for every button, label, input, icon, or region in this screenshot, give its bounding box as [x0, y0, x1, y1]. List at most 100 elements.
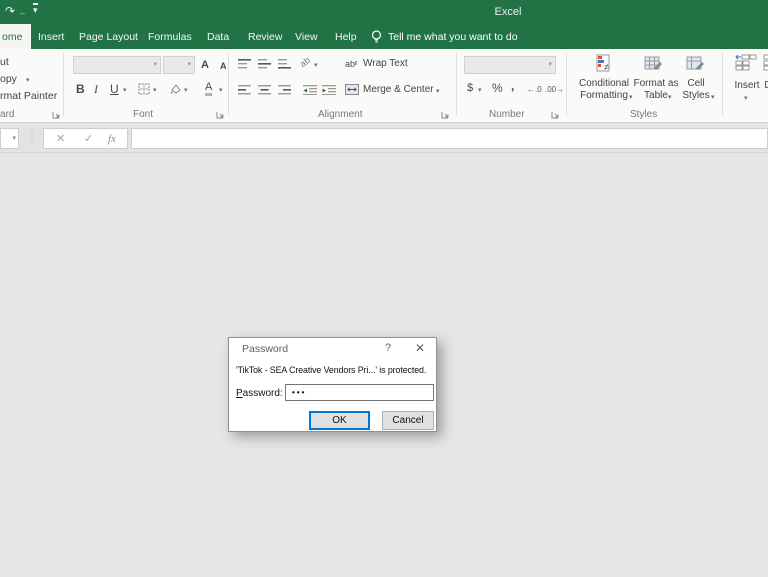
- tab-data[interactable]: Data: [207, 24, 229, 49]
- font-size-combo[interactable]: ▾: [163, 56, 195, 74]
- title-bar: ↷ – ▾ Excel: [0, 0, 768, 24]
- conditional-formatting-line2[interactable]: Formatting: [576, 90, 632, 101]
- clipboard-dialog-launcher-icon[interactable]: [52, 110, 61, 119]
- tab-insert[interactable]: Insert: [38, 24, 64, 49]
- align-left-icon[interactable]: [238, 85, 251, 95]
- cell-styles-line1[interactable]: Cell: [676, 78, 716, 89]
- delete-cells-button[interactable]: D: [763, 80, 768, 91]
- formula-input[interactable]: [131, 128, 768, 149]
- copy-button[interactable]: opy: [0, 73, 17, 85]
- decrease-decimal-icon[interactable]: .00→: [545, 83, 564, 97]
- alignment-dialog-launcher-icon[interactable]: [441, 110, 450, 119]
- number-format-combo[interactable]: ▾: [464, 56, 556, 74]
- fill-color-icon[interactable]: [169, 83, 182, 95]
- cut-button[interactable]: ut: [0, 56, 9, 68]
- italic-button[interactable]: I: [94, 82, 98, 96]
- insert-cells-icon[interactable]: [735, 54, 757, 74]
- borders-icon[interactable]: [138, 83, 150, 95]
- percent-style-button[interactable]: %: [492, 81, 503, 95]
- borders-dropdown-icon[interactable]: ▾: [153, 86, 157, 94]
- drag-handle-icon[interactable]: ⋮: [27, 131, 37, 142]
- fill-color-dropdown-icon[interactable]: ▾: [184, 86, 188, 94]
- tab-review[interactable]: Review: [248, 24, 282, 49]
- accounting-format-button[interactable]: $: [467, 81, 473, 95]
- tab-view[interactable]: View: [295, 24, 318, 49]
- align-bottom-icon[interactable]: [278, 59, 291, 69]
- ok-button[interactable]: OK: [309, 411, 370, 430]
- insert-function-icon[interactable]: fx: [108, 132, 116, 147]
- help-icon[interactable]: ?: [381, 342, 395, 354]
- bold-button[interactable]: B: [76, 82, 85, 96]
- group-separator: [63, 53, 64, 116]
- enter-entry-icon[interactable]: ✓: [84, 132, 93, 147]
- wrap-text-button[interactable]: Wrap Text: [363, 58, 408, 69]
- font-dialog-launcher-icon[interactable]: [216, 110, 225, 119]
- group-separator: [722, 53, 723, 116]
- font-color-dropdown-icon[interactable]: ▾: [219, 86, 223, 94]
- lightbulb-icon: [370, 29, 383, 44]
- password-label-rest: assword:: [243, 388, 283, 399]
- merge-center-dropdown-icon[interactable]: ▾: [436, 87, 440, 95]
- increase-indent-icon[interactable]: [322, 85, 336, 95]
- tab-formulas[interactable]: Formulas: [148, 24, 192, 49]
- font-group-label: Font: [133, 109, 153, 120]
- ribbon-tab-row: ome Insert Page Layout Formulas Data Rev…: [0, 24, 768, 49]
- name-box[interactable]: ▾: [0, 128, 19, 149]
- password-input[interactable]: [285, 384, 434, 401]
- number-dialog-launcher-icon[interactable]: [551, 110, 560, 119]
- tell-me-box[interactable]: Tell me what you want to do: [388, 24, 518, 49]
- accounting-dropdown-icon[interactable]: ▾: [478, 86, 482, 94]
- comma-style-button[interactable]: ,: [511, 79, 514, 93]
- underline-button[interactable]: U: [110, 82, 119, 96]
- wrap-text-icon[interactable]: ab: [345, 58, 359, 70]
- align-right-icon[interactable]: [278, 85, 291, 95]
- insert-cells-dropdown-icon[interactable]: ▾: [744, 94, 748, 102]
- grow-font-icon[interactable]: A: [201, 58, 209, 72]
- redo-icon[interactable]: ↷: [5, 3, 15, 19]
- format-as-table-line1[interactable]: Format as: [630, 78, 682, 89]
- format-painter-button[interactable]: rmat Painter: [0, 90, 57, 102]
- app-title: Excel: [453, 0, 563, 24]
- number-group-label: Number: [489, 109, 525, 120]
- increase-decimal-icon[interactable]: ←.0: [527, 83, 542, 97]
- tab-help[interactable]: Help: [335, 24, 357, 49]
- underline-dropdown-icon[interactable]: ▾: [123, 86, 127, 94]
- font-color-icon[interactable]: A: [205, 81, 212, 96]
- clipboard-group-label: ard: [0, 109, 14, 120]
- merge-center-button[interactable]: Merge & Center: [363, 84, 434, 95]
- tab-page-layout[interactable]: Page Layout: [79, 24, 138, 49]
- merge-center-icon[interactable]: [345, 84, 359, 95]
- dropdown-icon[interactable]: ▾: [548, 61, 552, 69]
- dropdown-icon[interactable]: ▾: [187, 61, 191, 69]
- align-top-icon[interactable]: [238, 59, 251, 69]
- name-box-dropdown-icon[interactable]: ▾: [12, 134, 16, 142]
- shrink-font-icon[interactable]: A: [220, 59, 227, 73]
- formula-bar-row: ▾ ⋮ ✕ ✓ fx: [0, 125, 768, 153]
- font-name-combo[interactable]: ▾: [73, 56, 161, 74]
- delete-cells-icon[interactable]: [763, 54, 768, 74]
- format-as-table-dropdown-icon[interactable]: ▾: [668, 93, 672, 101]
- format-as-table-line2[interactable]: Table: [630, 90, 682, 101]
- insert-cells-button[interactable]: Insert: [732, 80, 762, 91]
- conditional-formatting-icon[interactable]: ≠: [596, 54, 614, 74]
- cell-styles-dropdown-icon[interactable]: ▾: [711, 93, 715, 101]
- alignment-group-label: Alignment: [318, 109, 362, 120]
- align-middle-icon[interactable]: [258, 59, 271, 69]
- decrease-indent-icon[interactable]: [303, 85, 317, 95]
- copy-dropdown-icon[interactable]: ▾: [26, 76, 30, 84]
- cancel-button[interactable]: Cancel: [382, 411, 434, 430]
- format-as-table-icon[interactable]: [644, 54, 664, 74]
- cell-styles-icon[interactable]: [686, 54, 706, 74]
- group-separator: [566, 53, 567, 116]
- dropdown-icon[interactable]: ▾: [153, 61, 157, 69]
- orientation-icon[interactable]: ab: [297, 53, 314, 70]
- cancel-entry-icon[interactable]: ✕: [56, 132, 65, 147]
- align-center-icon[interactable]: [258, 85, 271, 95]
- cell-styles-line2[interactable]: Styles: [676, 90, 716, 101]
- close-icon[interactable]: ✕: [412, 341, 428, 355]
- conditional-formatting-line1[interactable]: Conditional: [576, 78, 632, 89]
- tab-home[interactable]: ome: [0, 24, 31, 49]
- customize-quick-access-icon[interactable]: ▾: [33, 3, 38, 14]
- styles-group-label: Styles: [630, 109, 657, 120]
- orientation-dropdown-icon[interactable]: ▾: [314, 61, 318, 69]
